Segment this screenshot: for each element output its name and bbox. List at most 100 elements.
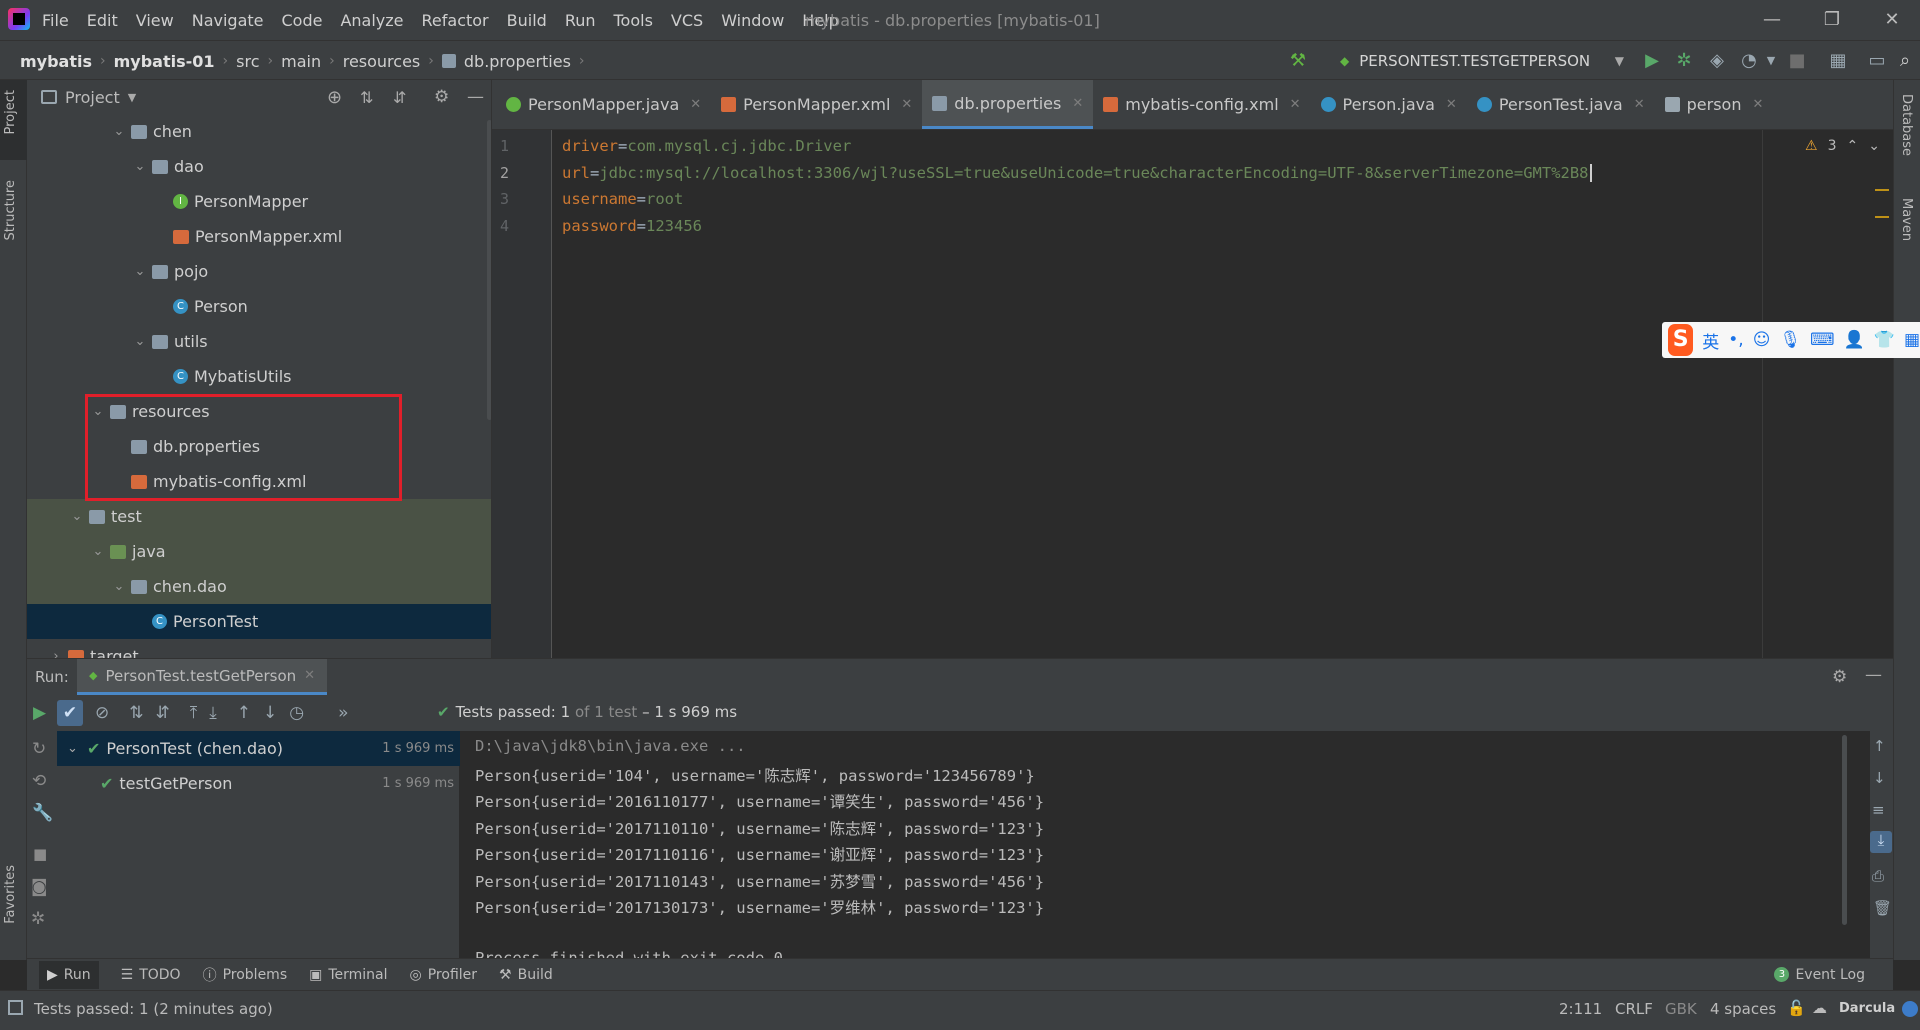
menu-view[interactable]: View: [136, 11, 174, 30]
editor-tab[interactable]: mybatis-config.xml ✕: [1093, 80, 1310, 129]
menu-tools[interactable]: Tools: [614, 11, 653, 30]
run-tab[interactable]: ◆ PersonTest.testGetPerson ✕: [77, 659, 328, 695]
theme-name[interactable]: Darcula: [1839, 1001, 1895, 1016]
editor-tab[interactable]: person ✕: [1655, 80, 1774, 129]
coverage-icon[interactable]: ◈: [1706, 50, 1728, 72]
error-stripe-marker[interactable]: [1875, 216, 1889, 218]
print-icon[interactable]: ⎙: [1872, 867, 1884, 885]
chevron-down-icon[interactable]: ⌄: [132, 264, 148, 279]
skin-icon[interactable]: 👕: [1874, 330, 1895, 350]
test-row-class[interactable]: ⌄ ✔ PersonTest (chen.dao) 1 s 969 ms: [57, 731, 460, 766]
close-tab-icon[interactable]: ✕: [1634, 97, 1645, 112]
stop-icon[interactable]: ■: [1786, 50, 1808, 72]
close-tab-icon[interactable]: ✕: [1072, 96, 1083, 111]
stop-icon[interactable]: ■: [33, 845, 47, 863]
search-icon[interactable]: ⌕: [1894, 50, 1916, 72]
settings-icon[interactable]: ✲: [31, 909, 45, 929]
project-view-title[interactable]: Project: [65, 88, 120, 107]
editor-tab[interactable]: db.properties ✕: [922, 80, 1094, 129]
ime-language[interactable]: 英: [1702, 328, 1719, 353]
chevron-down-icon[interactable]: ⌄: [132, 334, 148, 349]
breadcrumb-resources[interactable]: resources: [343, 52, 421, 71]
code-line[interactable]: url=jdbc:mysql://localhost:3306/wjl?useS…: [562, 163, 1601, 182]
up-arrow-icon[interactable]: ↑: [1873, 737, 1886, 755]
code-line[interactable]: username=root: [562, 190, 683, 208]
next-test-icon[interactable]: ↓: [263, 703, 277, 723]
chevron-down-icon[interactable]: ⌄: [111, 579, 127, 594]
status-message[interactable]: Tests passed: 1 (2 minutes ago): [34, 1000, 273, 1018]
tree-item[interactable]: ⌄ chen: [27, 114, 491, 149]
grid-menu-icon[interactable]: ▦: [1904, 330, 1920, 350]
debug-icon[interactable]: ✲: [1673, 50, 1695, 72]
menu-analyze[interactable]: Analyze: [340, 11, 403, 30]
caret-position[interactable]: 2:111: [1559, 1000, 1602, 1018]
collapse-all-icon[interactable]: ⇵: [393, 88, 406, 107]
tree-item[interactable]: ⌄ pojo: [27, 254, 491, 289]
close-tab-icon[interactable]: ✕: [690, 97, 701, 112]
chevron-down-icon[interactable]: ▼: [1760, 50, 1782, 72]
error-stripe-marker[interactable]: [1875, 189, 1889, 191]
structure-tool-tab[interactable]: Structure: [3, 180, 18, 240]
tree-item[interactable]: ⌄ dao: [27, 149, 491, 184]
database-tool-tab[interactable]: Database: [1899, 94, 1914, 156]
console-scrollbar[interactable]: [1842, 735, 1847, 925]
microphone-icon[interactable]: 🎙: [1779, 330, 1801, 350]
history-icon[interactable]: ◷: [289, 703, 304, 723]
tree-item[interactable]: › target: [27, 639, 491, 658]
lock-icon[interactable]: 🔓: [1787, 999, 1806, 1017]
hide-panel-icon[interactable]: —: [1865, 665, 1882, 685]
editor-tab[interactable]: PersonTest.java ✕: [1467, 80, 1655, 129]
wrench-icon[interactable]: 🔧: [32, 803, 53, 823]
next-highlight-icon[interactable]: ⌄: [1868, 138, 1880, 154]
gear-icon[interactable]: ⚙: [1832, 667, 1847, 687]
chevron-down-icon[interactable]: ⌄: [111, 124, 127, 139]
code-editor[interactable]: 1234 driver=com.mysql.cj.jdbc.Driver url=…: [492, 130, 1893, 658]
run-configuration-selector[interactable]: ◆ PERSONTEST.TESTGETPERSON ▼: [1322, 47, 1632, 75]
run-icon[interactable]: ▶: [1641, 50, 1663, 72]
down-arrow-icon[interactable]: ↓: [1873, 769, 1886, 787]
hide-panel-icon[interactable]: —: [467, 87, 484, 107]
code-line[interactable]: password=123456: [562, 217, 702, 235]
show-passed-icon[interactable]: ✔: [57, 700, 83, 726]
scroll-to-end-icon[interactable]: ⤓: [1870, 831, 1892, 853]
trash-icon[interactable]: 🗑: [1873, 899, 1892, 917]
editor-tab[interactable]: Person.java ✕: [1311, 80, 1467, 129]
menu-code[interactable]: Code: [282, 11, 323, 30]
maven-tool-tab[interactable]: Maven: [1899, 198, 1914, 241]
menu-build[interactable]: Build: [507, 11, 547, 30]
close-button[interactable]: ✕: [1877, 6, 1907, 34]
rerun-failed-icon[interactable]: ↻: [32, 739, 46, 759]
favorites-tool-tab[interactable]: Favorites: [3, 865, 18, 924]
previous-test-icon[interactable]: ↑: [237, 703, 251, 723]
line-separator[interactable]: CRLF: [1615, 1000, 1653, 1018]
project-structure-icon[interactable]: ▦: [1827, 50, 1849, 72]
tree-item[interactable]: PersonMapper.xml: [27, 219, 491, 254]
profiler-tool-button[interactable]: ◎ Profiler: [410, 967, 478, 983]
breadcrumb-project[interactable]: mybatis: [20, 52, 92, 71]
run-tool-button[interactable]: ▶ Run: [39, 960, 99, 989]
gear-icon[interactable]: ⚙: [434, 87, 449, 107]
user-icon[interactable]: 👤: [1844, 330, 1865, 350]
sort-alpha-icon[interactable]: ⇅: [129, 703, 143, 723]
tree-item[interactable]: ⌄ test: [27, 499, 491, 534]
event-log-button[interactable]: 3 Event Log: [1774, 967, 1865, 983]
file-encoding[interactable]: GBK: [1665, 1000, 1697, 1018]
editor-tab[interactable]: PersonMapper.xml ✕: [711, 80, 922, 129]
terminal-icon[interactable]: ▭: [1866, 50, 1888, 72]
breadcrumb-src[interactable]: src: [236, 52, 259, 71]
show-ignored-icon[interactable]: ⊘: [95, 703, 109, 723]
indent-setting[interactable]: 4 spaces: [1710, 1000, 1776, 1018]
minimize-button[interactable]: —: [1757, 6, 1787, 34]
sort-duration-icon[interactable]: ⇵: [156, 703, 170, 723]
close-tab-icon[interactable]: ✕: [901, 97, 912, 112]
tree-item[interactable]: C Person: [27, 289, 491, 324]
code-line[interactable]: driver=com.mysql.cj.jdbc.Driver: [562, 137, 851, 155]
emoji-icon[interactable]: ☺: [1753, 330, 1771, 350]
breadcrumb-file[interactable]: db.properties: [464, 52, 571, 71]
tool-windows-toggle-icon[interactable]: [8, 1000, 23, 1015]
tree-item[interactable]: ⌄ java: [27, 534, 491, 569]
problems-tool-button[interactable]: ⓘ Problems: [203, 965, 288, 985]
tree-item[interactable]: C PersonTest: [27, 604, 491, 639]
tree-item[interactable]: I PersonMapper: [27, 184, 491, 219]
ime-punctuation[interactable]: •,: [1728, 330, 1743, 350]
